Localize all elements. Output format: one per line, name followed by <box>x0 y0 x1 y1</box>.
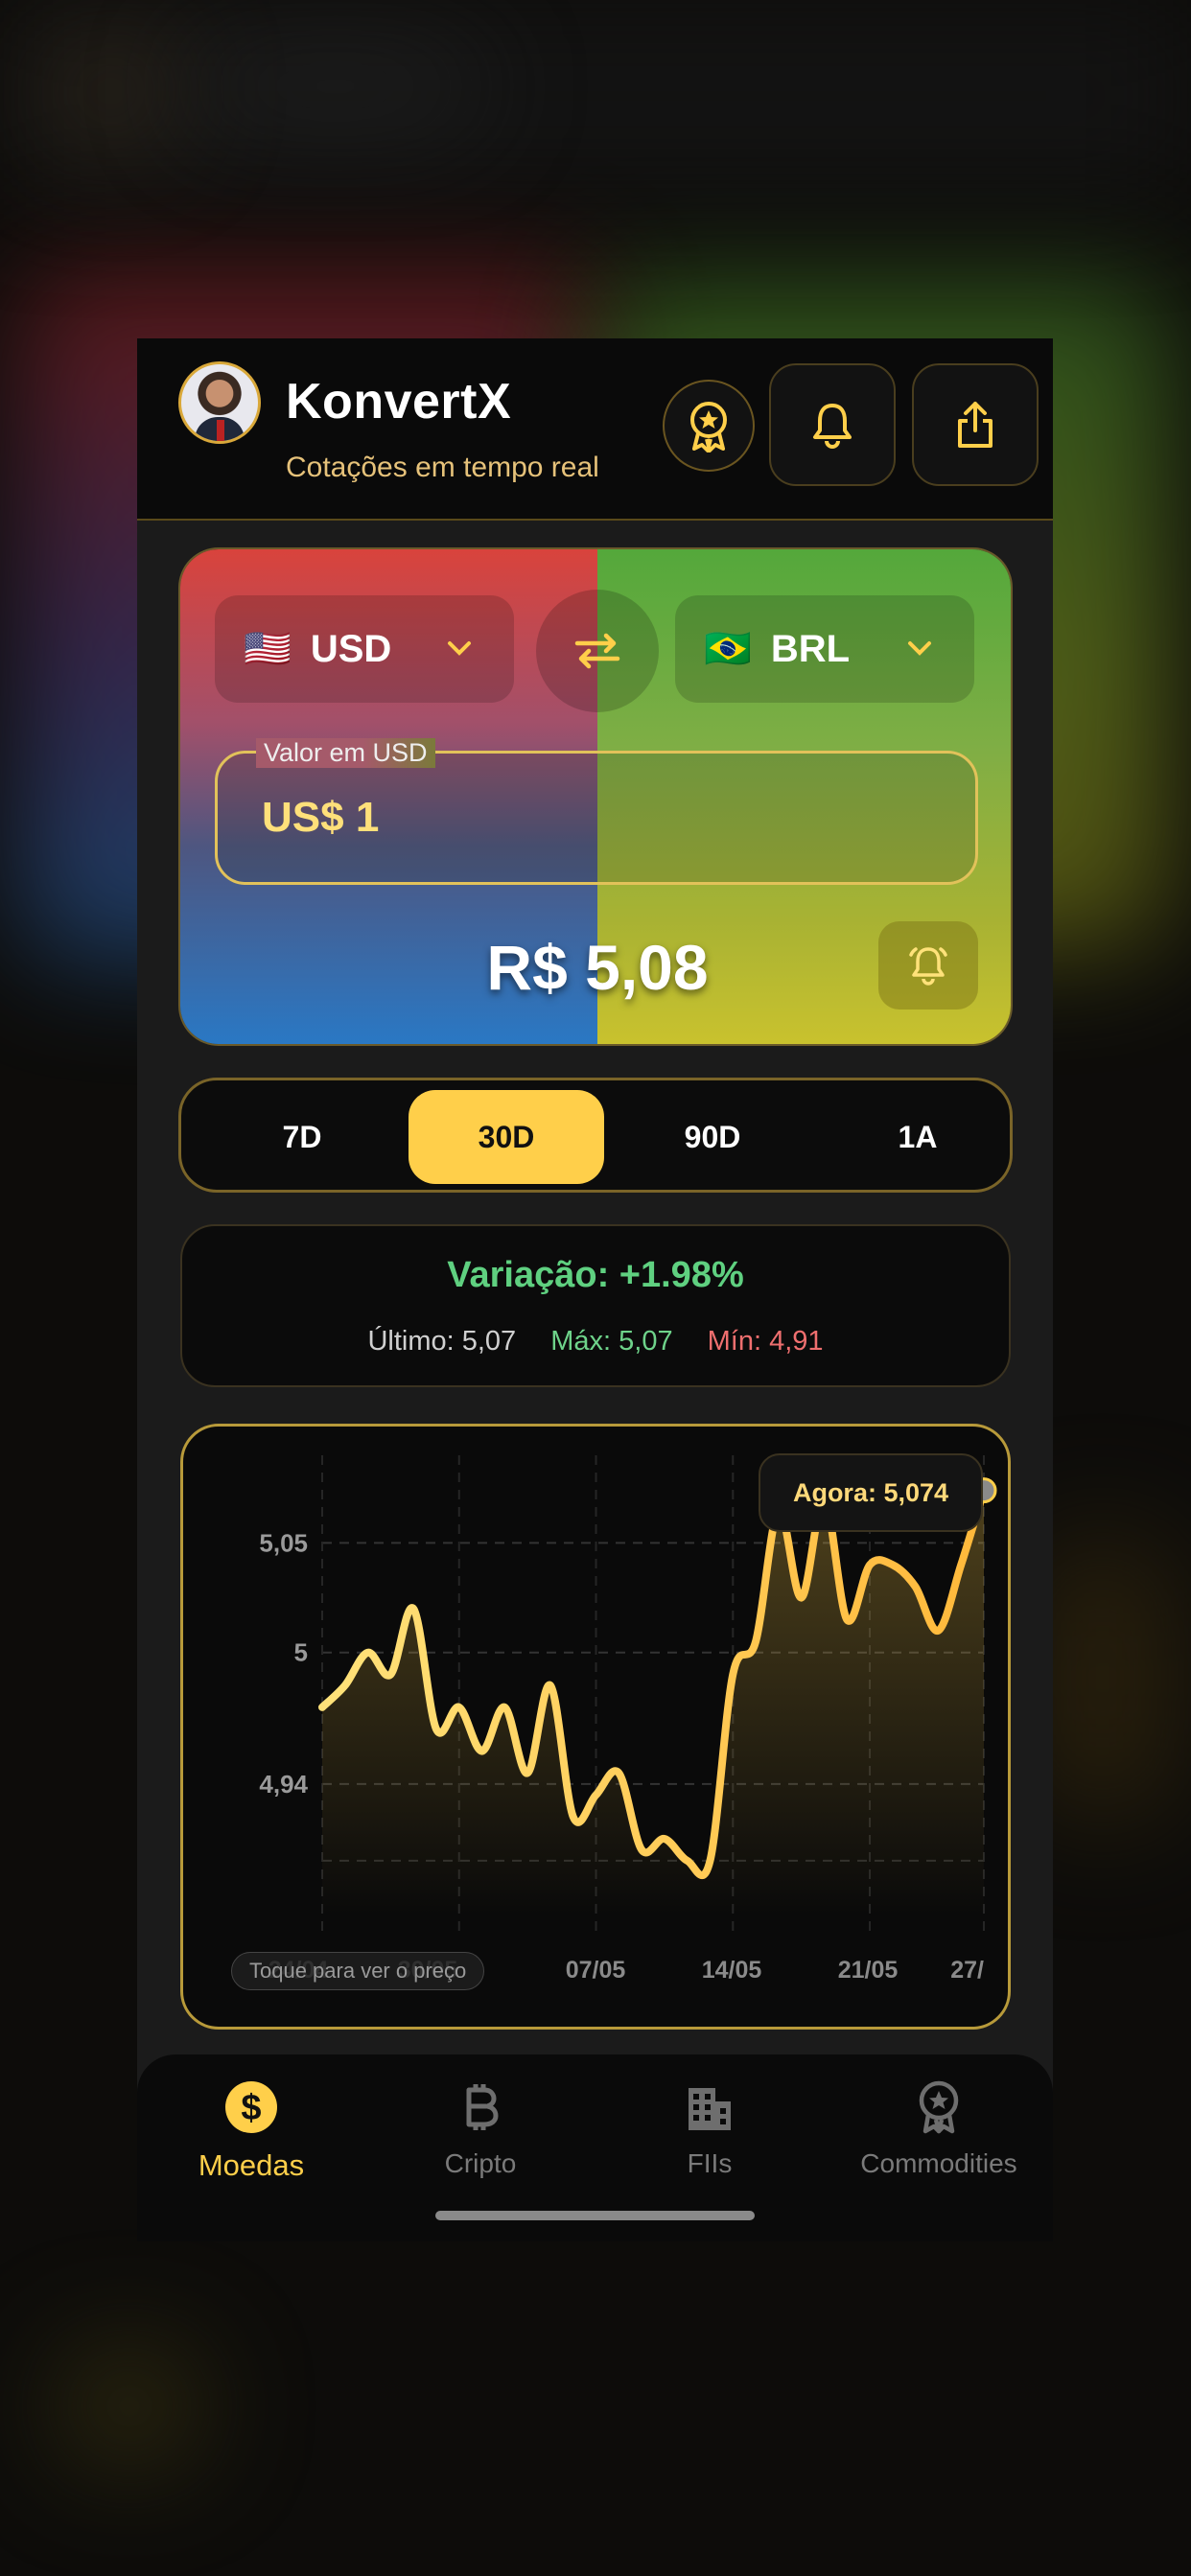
period-1a[interactable]: 1A <box>820 1090 1016 1184</box>
period-90d[interactable]: 90D <box>615 1090 810 1184</box>
alarm-bell-icon <box>909 947 947 986</box>
to-currency-code: BRL <box>770 627 851 670</box>
dollar-icon: $ <box>225 2081 277 2133</box>
last-value: Último: 5,07 <box>367 1326 517 1357</box>
svg-text:$: $ <box>241 2088 261 2128</box>
bell-icon <box>813 404 852 449</box>
avatar[interactable] <box>178 361 261 444</box>
us-flag-icon: 🇺🇸 <box>244 628 292 670</box>
nav-label-fiis: FIIs <box>687 2148 733 2178</box>
share-button[interactable] <box>912 363 1039 486</box>
stats-line: Último: 5,07 Máx: 5,07 Mín: 4,91 <box>182 1326 1009 1358</box>
period-7d[interactable]: 7D <box>204 1090 400 1184</box>
price-alert-button[interactable] <box>878 921 978 1010</box>
nav-label-commodities: Commodities <box>860 2148 1017 2178</box>
chevron-down-icon <box>448 641 471 656</box>
medal-icon <box>919 2080 959 2134</box>
building-icon <box>689 2088 731 2130</box>
app-header: KonvertX Cotações em tempo real <box>137 338 1053 521</box>
award-button[interactable] <box>663 380 755 472</box>
nav-item-cripto[interactable]: Cripto <box>366 2076 595 2179</box>
y-tick-label: 4,94 <box>259 1770 308 1799</box>
period-30d[interactable]: 30D <box>409 1090 604 1184</box>
current-price-tooltip: Agora: 5,074 <box>759 1453 983 1532</box>
nav-item-moedas[interactable]: $ Moedas <box>137 2076 365 2183</box>
award-icon <box>690 402 727 453</box>
bitcoin-icon <box>466 2084 499 2130</box>
y-tick-label: 5,05 <box>259 1528 308 1557</box>
y-tick-label: 5 <box>294 1638 308 1667</box>
from-currency-select[interactable]: 🇺🇸 USD <box>215 595 514 703</box>
notifications-button[interactable] <box>769 363 896 486</box>
nav-item-fiis[interactable]: FIIs <box>596 2076 824 2179</box>
x-tick-label: 07/05 <box>566 1957 626 1984</box>
x-tick-label: 27/ <box>950 1957 984 1984</box>
app-card: KonvertX Cotações em tempo real 🇺🇸 USD 🇧… <box>137 338 1053 2241</box>
home-indicator[interactable] <box>435 2211 755 2220</box>
min-value: Mín: 4,91 <box>707 1326 824 1357</box>
nav-label-moedas: Moedas <box>198 2148 305 2182</box>
app-subtitle: Cotações em tempo real <box>286 452 599 483</box>
variation-text: Variação: +1.98% <box>447 1255 744 1295</box>
price-chart[interactable]: 5,0554,9424/0430/0507/0514/0521/0527/ Ag… <box>180 1424 1011 2030</box>
swap-icon <box>574 633 620 669</box>
chart-hint: Toque para ver o preço <box>231 1952 485 1990</box>
currency-converter: 🇺🇸 USD 🇧🇷 BRL Valor em USD US$ 1 R$ 5,08 <box>178 547 1013 1046</box>
app-title: KonvertX <box>286 374 512 429</box>
chevron-down-icon <box>908 641 931 656</box>
stats-panel: Variação: +1.98% Último: 5,07 Máx: 5,07 … <box>180 1224 1011 1387</box>
from-currency-code: USD <box>310 627 392 670</box>
amount-label: Valor em USD <box>256 738 435 768</box>
nav-label-cripto: Cripto <box>444 2148 517 2178</box>
max-value: Máx: 5,07 <box>550 1326 673 1357</box>
to-currency-select[interactable]: 🇧🇷 BRL <box>675 595 974 703</box>
share-icon <box>958 402 992 448</box>
amount-input[interactable]: Valor em USD US$ 1 <box>215 738 978 885</box>
period-selector: 7D 30D 90D 1A <box>178 1078 1013 1193</box>
nav-item-commodities[interactable]: Commodities <box>825 2076 1053 2179</box>
x-tick-label: 21/05 <box>838 1957 899 1984</box>
x-tick-label: 14/05 <box>702 1957 762 1984</box>
swap-currencies-button[interactable] <box>536 590 659 712</box>
amount-value[interactable]: US$ 1 <box>262 794 379 842</box>
brazil-flag-icon: 🇧🇷 <box>704 628 752 670</box>
